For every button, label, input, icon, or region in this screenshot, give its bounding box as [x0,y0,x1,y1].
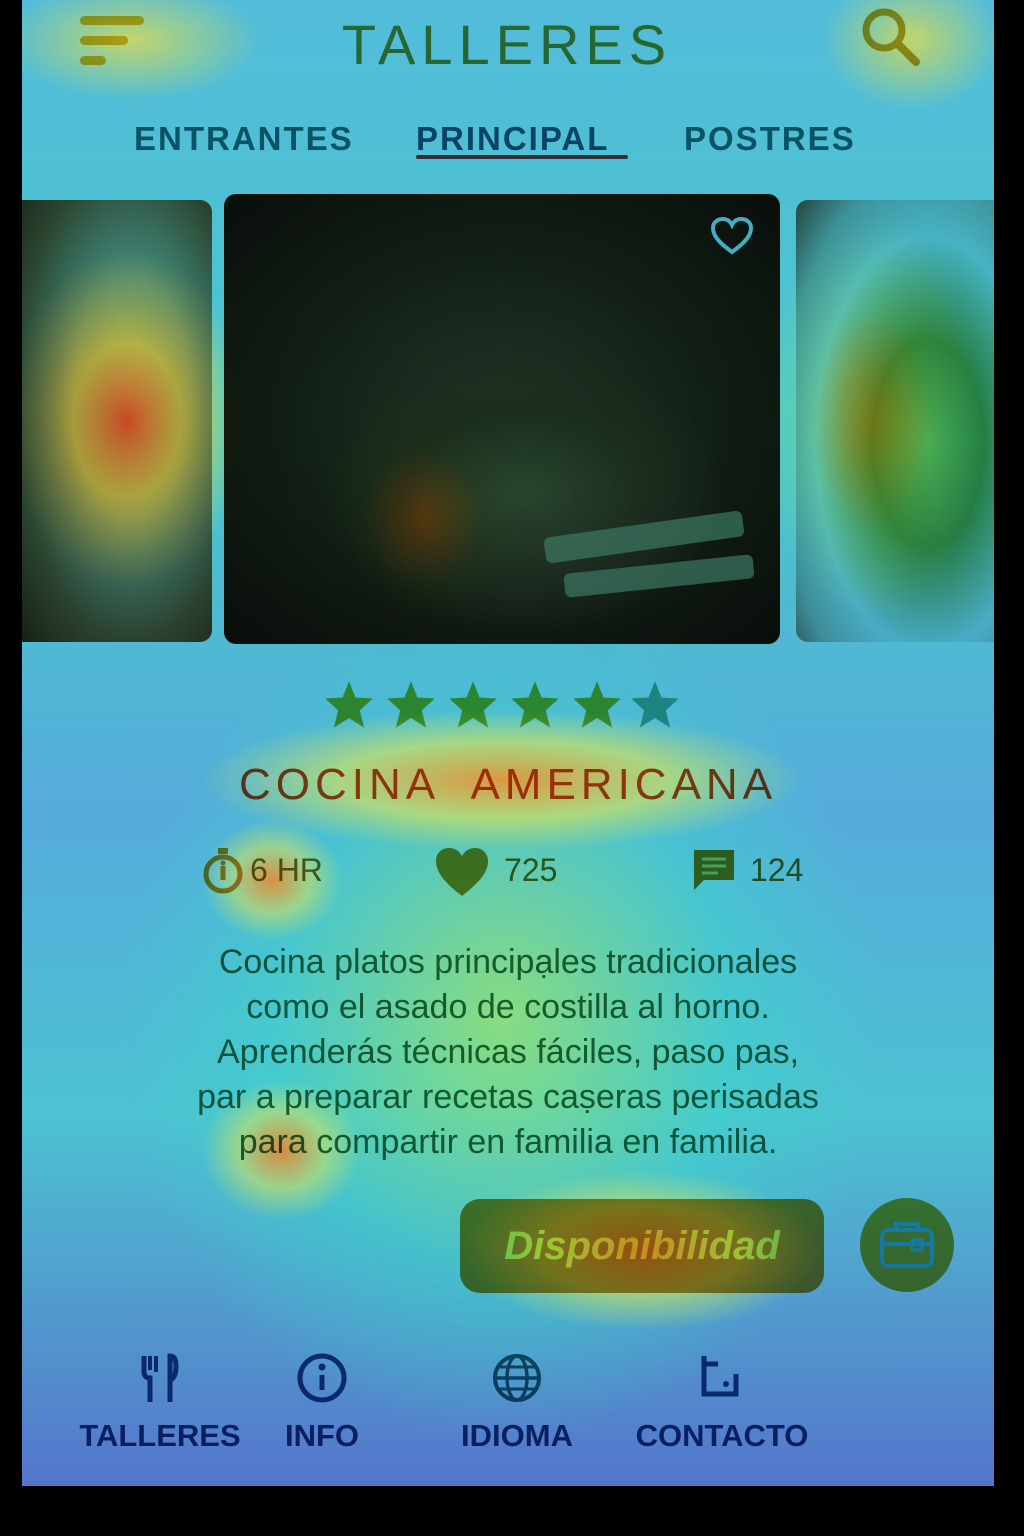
heart-icon [436,848,488,896]
nav-item-contacto[interactable]: CONTACTO [622,1340,822,1460]
active-tab-indicator [416,155,628,159]
comments-count: 124 [750,852,804,888]
utensils-icon [141,1353,179,1402]
nav-label: CONTACTO [635,1418,809,1453]
contact-icon [701,1356,739,1397]
category-tabs: ENTRANTES PRINCIPAL POSTRES [22,110,994,170]
star-icon-partial [631,681,679,728]
star-rating [322,678,682,734]
description-line: Cocina platos principạles tradicionales [218,943,798,981]
menu-icon-line-2 [80,36,128,45]
course-description: Cocina platos principạles tradicionales … [122,940,894,1165]
duration-value: 6 HR [250,852,323,888]
timer-icon [203,848,243,894]
rib-bone [563,554,755,598]
app-title: TALLERES [341,13,673,76]
star-icon [449,681,497,728]
description-line: como el asado de costilla al horno. [246,988,770,1026]
search-icon [862,8,920,66]
globe-icon [493,1354,541,1402]
rib-bone [543,510,745,564]
menu-icon-line-1 [80,16,144,25]
carousel-card-right[interactable] [796,200,994,642]
booking-button[interactable] [860,1198,954,1292]
heart-outline-icon [710,216,754,255]
availability-button[interactable]: Disponibilidad [460,1199,824,1293]
comments-stat[interactable]: 124 [690,846,840,902]
likes-count: 725 [504,852,558,888]
star-icon [573,681,621,728]
menu-button[interactable] [80,8,148,68]
duration-stat: 6 HR [202,846,352,902]
likes-stat[interactable]: 725 [434,846,584,902]
briefcase-icon [880,1222,934,1268]
nav-item-info[interactable]: INFO [272,1340,372,1460]
nav-item-idioma[interactable]: IDIOMA [442,1340,592,1460]
star-icon [387,681,435,728]
nav-label: IDIOMA [461,1418,573,1453]
course-title: COCINA AMERICANA [238,760,778,809]
comment-icon [694,850,734,890]
bottom-nav: TALLERES INFO IDIOMA CONTACTO [22,1340,994,1460]
tab-principal[interactable]: PRINCIPAL [416,120,609,158]
tab-entrantes[interactable]: ENTRANTES [134,120,354,158]
nav-label: INFO [284,1418,360,1453]
star-icon [325,681,373,728]
menu-icon-line-3 [80,56,106,65]
nav-label: TALLERES [79,1418,241,1453]
tab-postres[interactable]: POSTRES [684,120,856,158]
carousel-card-left[interactable] [22,200,212,642]
search-button[interactable] [858,4,922,68]
favorite-button[interactable] [710,216,754,256]
description-line: Aprenderás técnicas fáciles, paso pas, [216,1033,800,1071]
app-screen: TALLERES ENTRANTES PRINCIPAL POSTRES COC… [22,0,994,1486]
star-icon [511,681,559,728]
carousel-card-center[interactable] [224,194,780,644]
info-icon [297,1353,347,1403]
description-line: par a preparar recetas caṣeras perisadas [197,1078,819,1116]
nav-item-talleres[interactable]: TALLERES [70,1340,250,1460]
app-header: TALLERES [22,0,994,95]
description-line: para compartir en familia en familia. [238,1123,778,1161]
